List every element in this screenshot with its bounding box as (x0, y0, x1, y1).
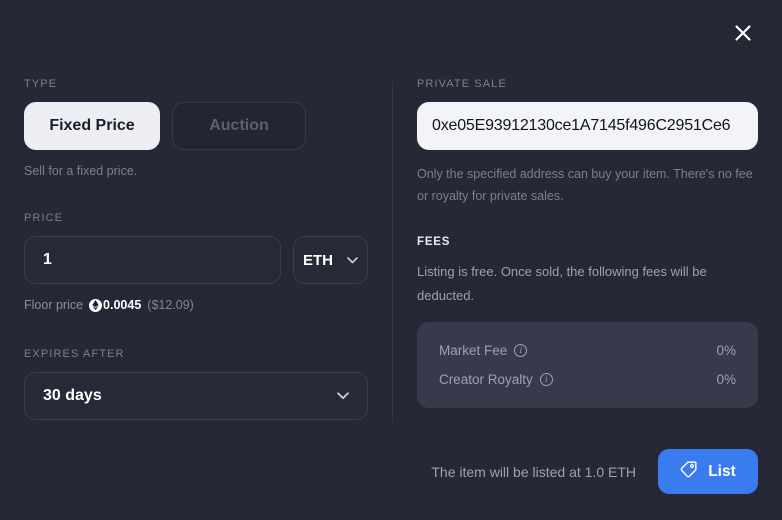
currency-select-value: ETH (303, 251, 333, 269)
right-column: PRIVATE SALE Only the specified address … (393, 78, 782, 422)
type-option-fixed-price[interactable]: Fixed Price (24, 102, 160, 150)
type-toggle-group: Fixed Price Auction (24, 102, 368, 150)
floor-price-label: Floor price (24, 298, 84, 312)
listing-summary-text: The item will be listed at 1.0 ETH (431, 463, 636, 480)
type-helper-text: Sell for a fixed price. (24, 164, 138, 178)
currency-select[interactable]: ETH (293, 236, 368, 284)
expires-after-value: 30 days (43, 387, 102, 404)
type-option-auction[interactable]: Auction (172, 102, 306, 150)
fee-row-market-fee: Market Fee i 0% (439, 340, 736, 361)
type-section-label: TYPE (24, 78, 58, 90)
expires-section: EXPIRES AFTER 30 days (24, 348, 368, 420)
fee-row-market-fee-label: Market Fee (439, 342, 508, 358)
price-section: PRICE ETH Floor price (24, 212, 368, 312)
ethereum-icon (89, 298, 103, 312)
list-button[interactable]: List (658, 449, 758, 494)
expires-section-label: EXPIRES AFTER (24, 348, 125, 360)
fees-section: FEES Listing is free. Once sold, the fol… (417, 236, 758, 408)
floor-price-amount: 0.0045 (103, 298, 142, 312)
fees-label: FEES (417, 235, 451, 248)
type-option-auction-label: Auction (209, 117, 269, 134)
private-sale-description: Only the specified address can buy your … (417, 167, 753, 203)
left-column: TYPE Fixed Price Auction Sell for a fixe… (0, 78, 392, 422)
floor-price-usd: ($12.09) (147, 298, 194, 312)
fee-row-market-fee-value: 0% (716, 342, 736, 358)
type-option-fixed-price-label: Fixed Price (49, 117, 135, 134)
info-icon[interactable]: i (514, 343, 528, 357)
fees-description: Listing is free. Once sold, the followin… (417, 263, 707, 303)
modal-columns: TYPE Fixed Price Auction Sell for a fixe… (0, 78, 782, 422)
close-icon (734, 24, 752, 42)
floor-price-row: Floor price 0.0045 ($12.09) (24, 298, 368, 312)
expires-after-select[interactable]: 30 days (24, 372, 368, 420)
private-sale-label: PRIVATE SALE (417, 78, 507, 90)
price-tag-icon (680, 460, 697, 483)
private-sale-address-input[interactable] (417, 102, 758, 150)
fee-row-creator-royalty: Creator Royalty i 0% (439, 369, 736, 390)
modal-footer: The item will be listed at 1.0 ETH List (431, 449, 758, 494)
fees-box: Market Fee i 0% Creator Royalty i 0% (417, 321, 758, 408)
close-button[interactable] (726, 16, 760, 50)
chevron-down-icon (337, 387, 349, 405)
list-button-label: List (708, 462, 736, 480)
price-input[interactable] (24, 236, 281, 284)
price-row: ETH (24, 236, 368, 284)
price-section-label: PRICE (24, 212, 64, 224)
list-item-modal: TYPE Fixed Price Auction Sell for a fixe… (0, 0, 782, 520)
fee-row-creator-royalty-value: 0% (716, 371, 736, 387)
info-icon[interactable]: i (539, 372, 553, 386)
chevron-down-icon (347, 251, 358, 269)
fee-row-creator-royalty-label: Creator Royalty (439, 371, 533, 387)
